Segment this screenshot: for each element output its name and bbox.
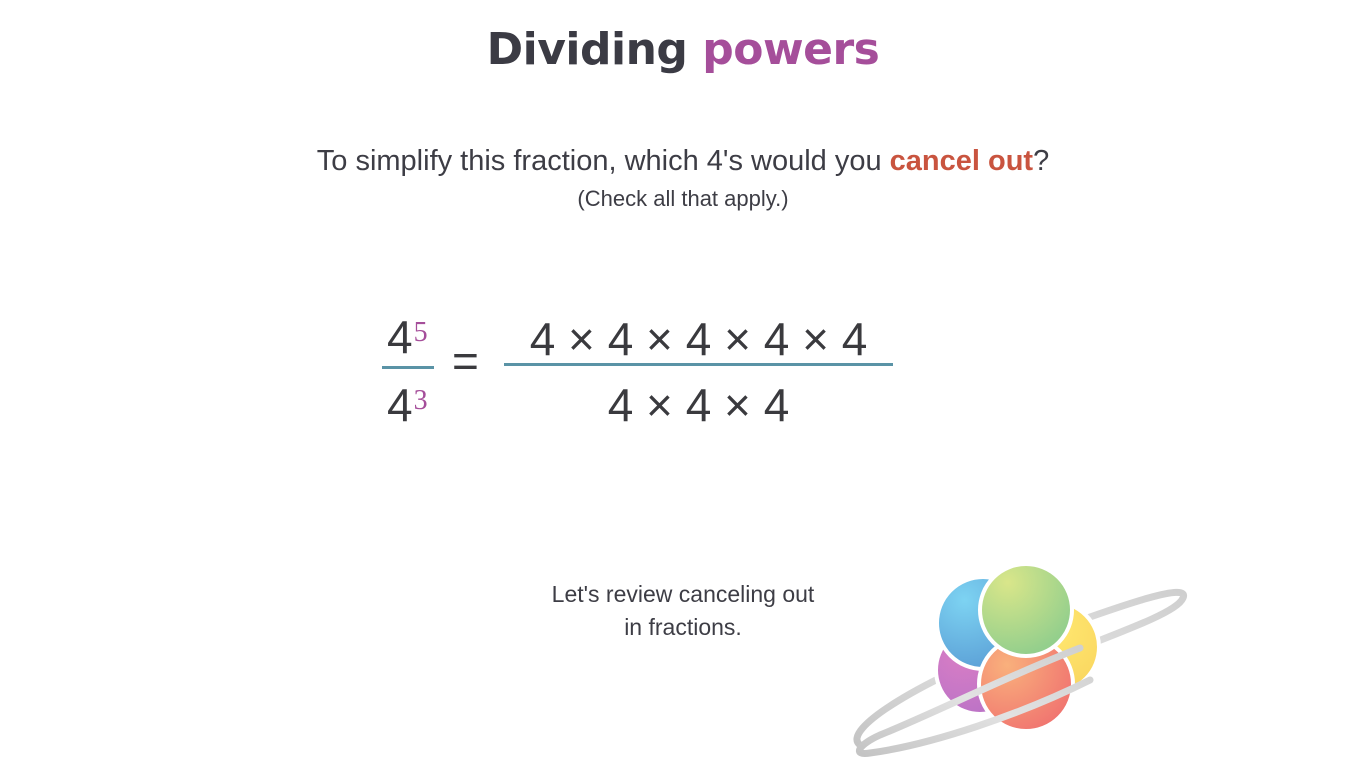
- logo-circle-green: [978, 562, 1074, 658]
- power-numerator: 45: [387, 314, 428, 360]
- expanded-denominator[interactable]: 4 × 4 × 4: [504, 382, 893, 428]
- planet-logo-icon: [853, 562, 1187, 757]
- expanded-fraction: 4 × 4 × 4 × 4 × 4 4 × 4 × 4: [504, 300, 893, 430]
- review-link[interactable]: Let's review canceling out in fractions.: [500, 578, 866, 644]
- denominator-exponent: 3: [413, 385, 428, 416]
- page-title: Dividing powers: [0, 24, 1366, 75]
- title-main: Dividing: [486, 24, 688, 75]
- question-text: To simplify this fraction, which 4's wou…: [0, 145, 1366, 178]
- review-line-2: in fractions.: [624, 614, 742, 640]
- instruction-hint: (Check all that apply.): [577, 186, 789, 211]
- equals-sign: =: [452, 335, 479, 387]
- expanded-numerator[interactable]: 4 × 4 × 4 × 4 × 4: [504, 316, 893, 362]
- question-emphasis: cancel out: [889, 145, 1034, 177]
- title-accent: powers: [702, 24, 880, 75]
- question-before: To simplify this fraction, which 4's wou…: [316, 145, 890, 177]
- power-denominator: 43: [387, 382, 428, 428]
- equation: 45 43 = 4 × 4 × 4 × 4 × 4 4 × 4 × 4: [0, 300, 1366, 440]
- review-line-1: Let's review canceling out: [551, 581, 815, 607]
- fraction-bar: [504, 363, 893, 366]
- power-fraction: 45 43: [382, 300, 434, 430]
- question-after: ?: [1033, 145, 1050, 177]
- numerator-base: 4: [387, 311, 413, 363]
- fraction-bar: [382, 366, 434, 369]
- denominator-base: 4: [387, 379, 413, 431]
- numerator-exponent: 5: [413, 317, 428, 348]
